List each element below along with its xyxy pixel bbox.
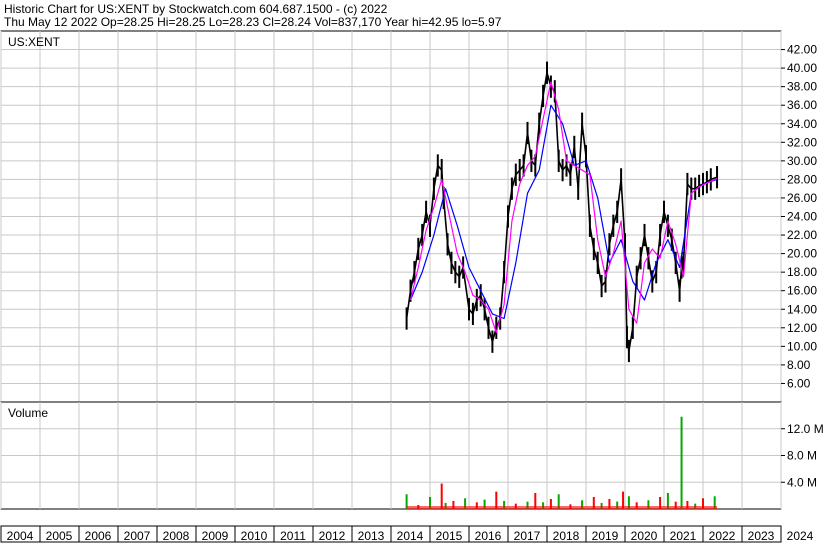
time-axis-label: 2022 [709, 529, 736, 543]
price-axis-label: 28.00 [787, 172, 817, 186]
price-axis-label: 8.00 [787, 358, 811, 372]
volume-gridlines [0, 402, 782, 509]
price-axis-label: 32.00 [787, 135, 817, 149]
price-axis-label: 34.00 [787, 117, 817, 131]
chart-window: Historic Chart for US:XENT by Stockwatch… [0, 0, 830, 543]
time-axis-label: 2024 [787, 529, 814, 543]
volume-label: Volume [8, 406, 48, 420]
price-axis-label: 24.00 [787, 210, 817, 224]
time-axis-labels: 2004 2005 2006 2007 2008 2009 2010 2011 2012 2013… [0, 526, 814, 543]
time-axis-label: 2007 [124, 529, 151, 543]
volume-axis-label: 12.0 M [787, 422, 824, 436]
volume-axis-label: 4.0 M [787, 475, 817, 489]
time-axis-label: 2006 [85, 529, 112, 543]
time-axis-label: 2021 [670, 529, 697, 543]
time-axis-label: 2016 [475, 529, 502, 543]
price-axis-label: 36.00 [787, 98, 817, 112]
time-axis-label: 2004 [7, 529, 34, 543]
chart-canvas: 42.00 40.00 38.00 36.00 34.00 32.00 30.00 28.00… [0, 30, 824, 543]
time-axis-label: 2008 [163, 529, 190, 543]
price-axis: 42.00 40.00 38.00 36.00 34.00 32.00 30.00 28.00… [781, 43, 817, 390]
price-axis-label: 10.00 [787, 339, 817, 353]
price-axis-label: 6.00 [787, 376, 811, 390]
price-axis-label: 18.00 [787, 265, 817, 279]
volume-bar [440, 483, 443, 509]
volume-panel: 12.0 M 8.0 M 4.0 M Volume [0, 401, 824, 510]
time-axis-label: 2013 [358, 529, 385, 543]
time-axis-label: 2017 [514, 529, 541, 543]
volume-axis: 12.0 M 8.0 M 4.0 M [781, 422, 824, 489]
volume-axis-label: 8.0 M [787, 449, 817, 463]
price-axis-label: 14.00 [787, 302, 817, 316]
price-axis-label: 42.00 [787, 43, 817, 57]
volume-baseline-strip [406, 506, 718, 509]
price-axis-label: 20.00 [787, 247, 817, 261]
price-axis-label: 26.00 [787, 191, 817, 205]
time-axis-label: 2005 [46, 529, 73, 543]
time-axis-label: 2023 [748, 529, 775, 543]
price-axis-label: 40.00 [787, 61, 817, 75]
time-axis-label: 2011 [280, 529, 306, 543]
price-axis-label: 38.00 [787, 80, 817, 94]
price-axis-label: 12.00 [787, 321, 817, 335]
price-panel: 42.00 40.00 38.00 36.00 34.00 32.00 30.00 28.00… [0, 30, 817, 403]
price-axis-label: 30.00 [787, 154, 817, 168]
symbol-label: US:XENT [8, 35, 61, 49]
volume-bar [680, 416, 683, 509]
time-axis-label: 2019 [592, 529, 619, 543]
time-axis: 2004 2005 2006 2007 2008 2009 2010 2011 2012 2013… [0, 525, 814, 543]
time-axis-label: 2015 [436, 529, 463, 543]
price-axis-label: 16.00 [787, 284, 817, 298]
time-axis-label: 2012 [319, 529, 346, 543]
time-axis-label: 2009 [202, 529, 229, 543]
price-axis-label: 22.00 [787, 228, 817, 242]
time-axis-label: 2014 [397, 529, 424, 543]
time-axis-label: 2010 [241, 529, 268, 543]
time-axis-label: 2020 [631, 529, 658, 543]
time-axis-label: 2018 [553, 529, 580, 543]
